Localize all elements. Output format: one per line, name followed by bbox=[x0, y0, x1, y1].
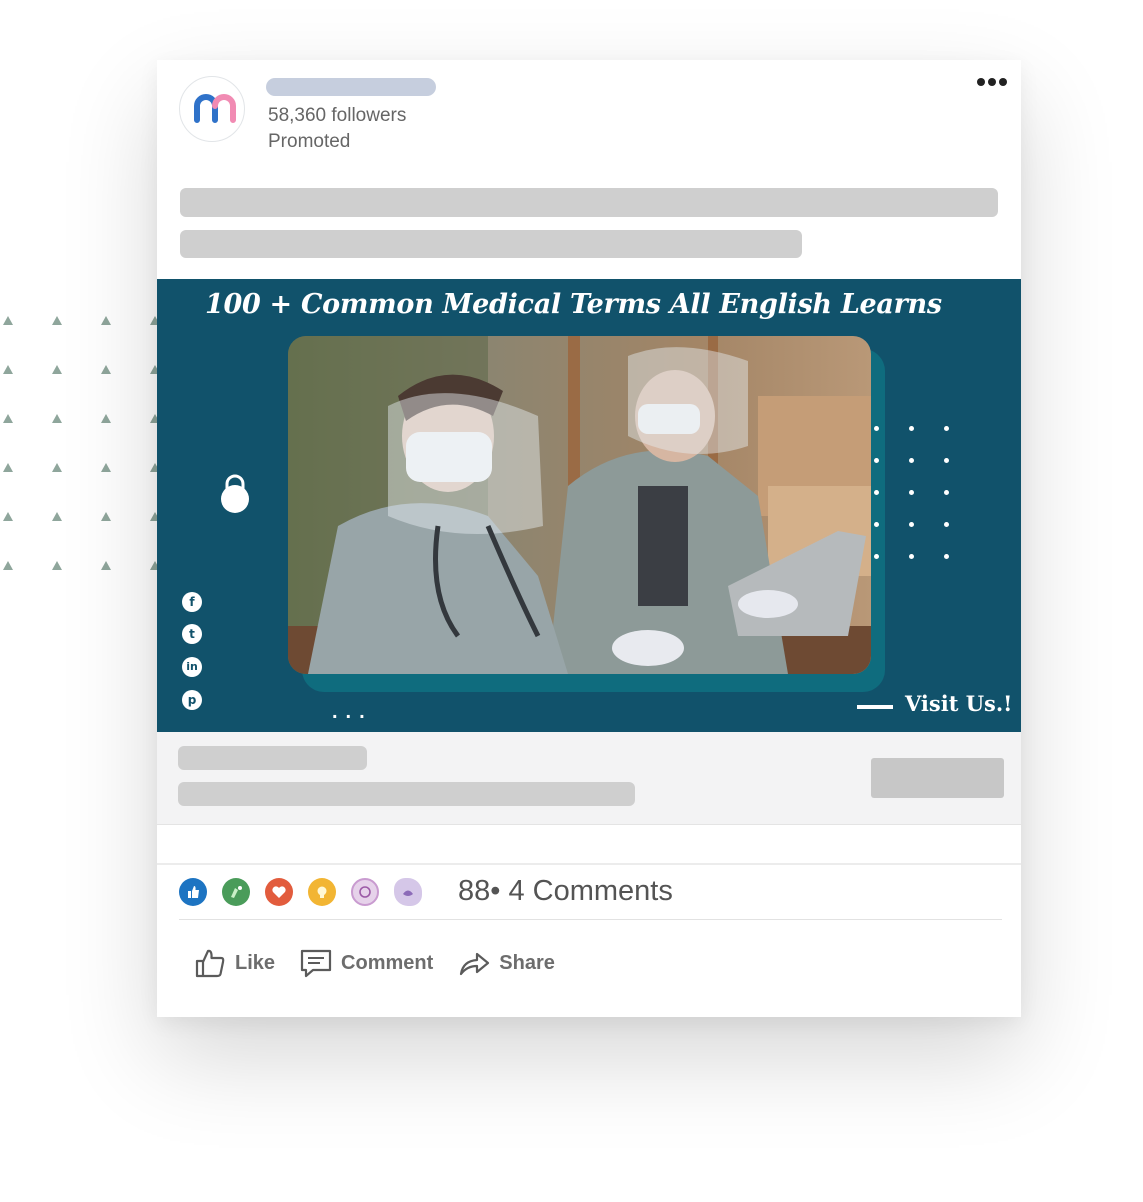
cta-line bbox=[857, 705, 893, 709]
ad-url-placeholder bbox=[178, 782, 635, 806]
post-text-placeholder-line-1 bbox=[180, 188, 998, 217]
ad-cta-button[interactable] bbox=[871, 758, 1004, 798]
triangle-decoration bbox=[101, 512, 111, 521]
share-icon bbox=[460, 952, 490, 976]
thumbs-up-icon bbox=[195, 949, 225, 978]
comment-button[interactable]: Comment bbox=[299, 946, 433, 980]
triangle-decoration bbox=[101, 414, 111, 423]
linkedin-icon[interactable]: in bbox=[182, 657, 202, 677]
grid-dot bbox=[909, 426, 914, 431]
ad-title-placeholder bbox=[178, 746, 367, 770]
facebook-icon[interactable]: f bbox=[182, 592, 202, 612]
triangle-decoration bbox=[3, 316, 13, 325]
more-options-icon[interactable] bbox=[977, 78, 1007, 86]
triangle-decoration bbox=[52, 316, 62, 325]
grid-dot bbox=[909, 522, 914, 527]
ad-creative[interactable]: 100 + Common Medical Terms All English L… bbox=[157, 279, 1021, 732]
triangle-decoration bbox=[3, 463, 13, 472]
like-icon bbox=[179, 878, 207, 906]
post-actions: Like Comment Share bbox=[193, 946, 579, 980]
triangle-decoration bbox=[3, 512, 13, 521]
triangle-decoration bbox=[52, 512, 62, 521]
triangle-decoration bbox=[52, 463, 62, 472]
comment-label: Comment bbox=[341, 951, 434, 974]
triangle-decoration bbox=[3, 365, 13, 374]
like-button[interactable]: Like bbox=[193, 946, 275, 980]
grid-dot bbox=[874, 522, 879, 527]
grid-dot bbox=[944, 426, 949, 431]
share-button[interactable]: Share bbox=[457, 946, 555, 980]
grid-dot bbox=[909, 554, 914, 559]
follower-count: 58,360 followers bbox=[268, 105, 407, 126]
triangle-decoration bbox=[101, 561, 111, 570]
ad-headline: 100 + Common Medical Terms All English L… bbox=[205, 289, 942, 320]
grid-dot bbox=[944, 490, 949, 495]
decorative-dots: ... bbox=[332, 701, 373, 723]
promoted-label: Promoted bbox=[268, 131, 351, 152]
pinterest-icon[interactable]: p bbox=[182, 690, 202, 710]
grid-dot bbox=[874, 458, 879, 463]
triangle-decoration bbox=[52, 365, 62, 374]
grid-dot bbox=[909, 490, 914, 495]
twitter-icon[interactable]: t bbox=[182, 624, 202, 644]
ad-footer bbox=[157, 732, 1021, 825]
triangle-pattern bbox=[0, 310, 175, 580]
grid-dot bbox=[874, 554, 879, 559]
visit-us-link[interactable]: Visit Us.! bbox=[905, 691, 1012, 716]
grid-dot bbox=[944, 554, 949, 559]
triangle-decoration bbox=[101, 463, 111, 472]
actions-divider bbox=[179, 919, 1002, 920]
support-icon bbox=[394, 878, 422, 906]
company-avatar[interactable] bbox=[179, 76, 245, 142]
post-text-placeholder-line-2 bbox=[180, 230, 802, 258]
share-label: Share bbox=[499, 951, 555, 974]
curious-icon bbox=[351, 878, 379, 906]
grid-dot bbox=[874, 490, 879, 495]
grid-dot bbox=[944, 522, 949, 527]
section-divider bbox=[157, 863, 1021, 865]
ad-photo bbox=[288, 336, 871, 674]
triangle-decoration bbox=[101, 365, 111, 374]
company-name-placeholder[interactable] bbox=[266, 78, 436, 96]
grid-dot bbox=[874, 426, 879, 431]
love-icon bbox=[265, 878, 293, 906]
triangle-decoration bbox=[3, 561, 13, 570]
lock-icon bbox=[221, 474, 249, 513]
reaction-icons[interactable] bbox=[179, 874, 437, 910]
company-logo-icon bbox=[194, 94, 236, 123]
grid-dot bbox=[909, 458, 914, 463]
grid-dot bbox=[944, 458, 949, 463]
celebrate-icon bbox=[222, 878, 250, 906]
comment-icon bbox=[300, 949, 332, 978]
insightful-icon bbox=[308, 878, 336, 906]
decorative-dot-grid bbox=[874, 426, 954, 566]
triangle-decoration bbox=[101, 316, 111, 325]
triangle-decoration bbox=[52, 561, 62, 570]
feed-post-card: 58,360 followers Promoted 100 + Common M… bbox=[157, 60, 1021, 1017]
engagement-counts[interactable]: 88• 4 Comments bbox=[458, 875, 673, 908]
triangle-decoration bbox=[3, 414, 13, 423]
like-label: Like bbox=[235, 951, 276, 974]
triangle-decoration bbox=[52, 414, 62, 423]
